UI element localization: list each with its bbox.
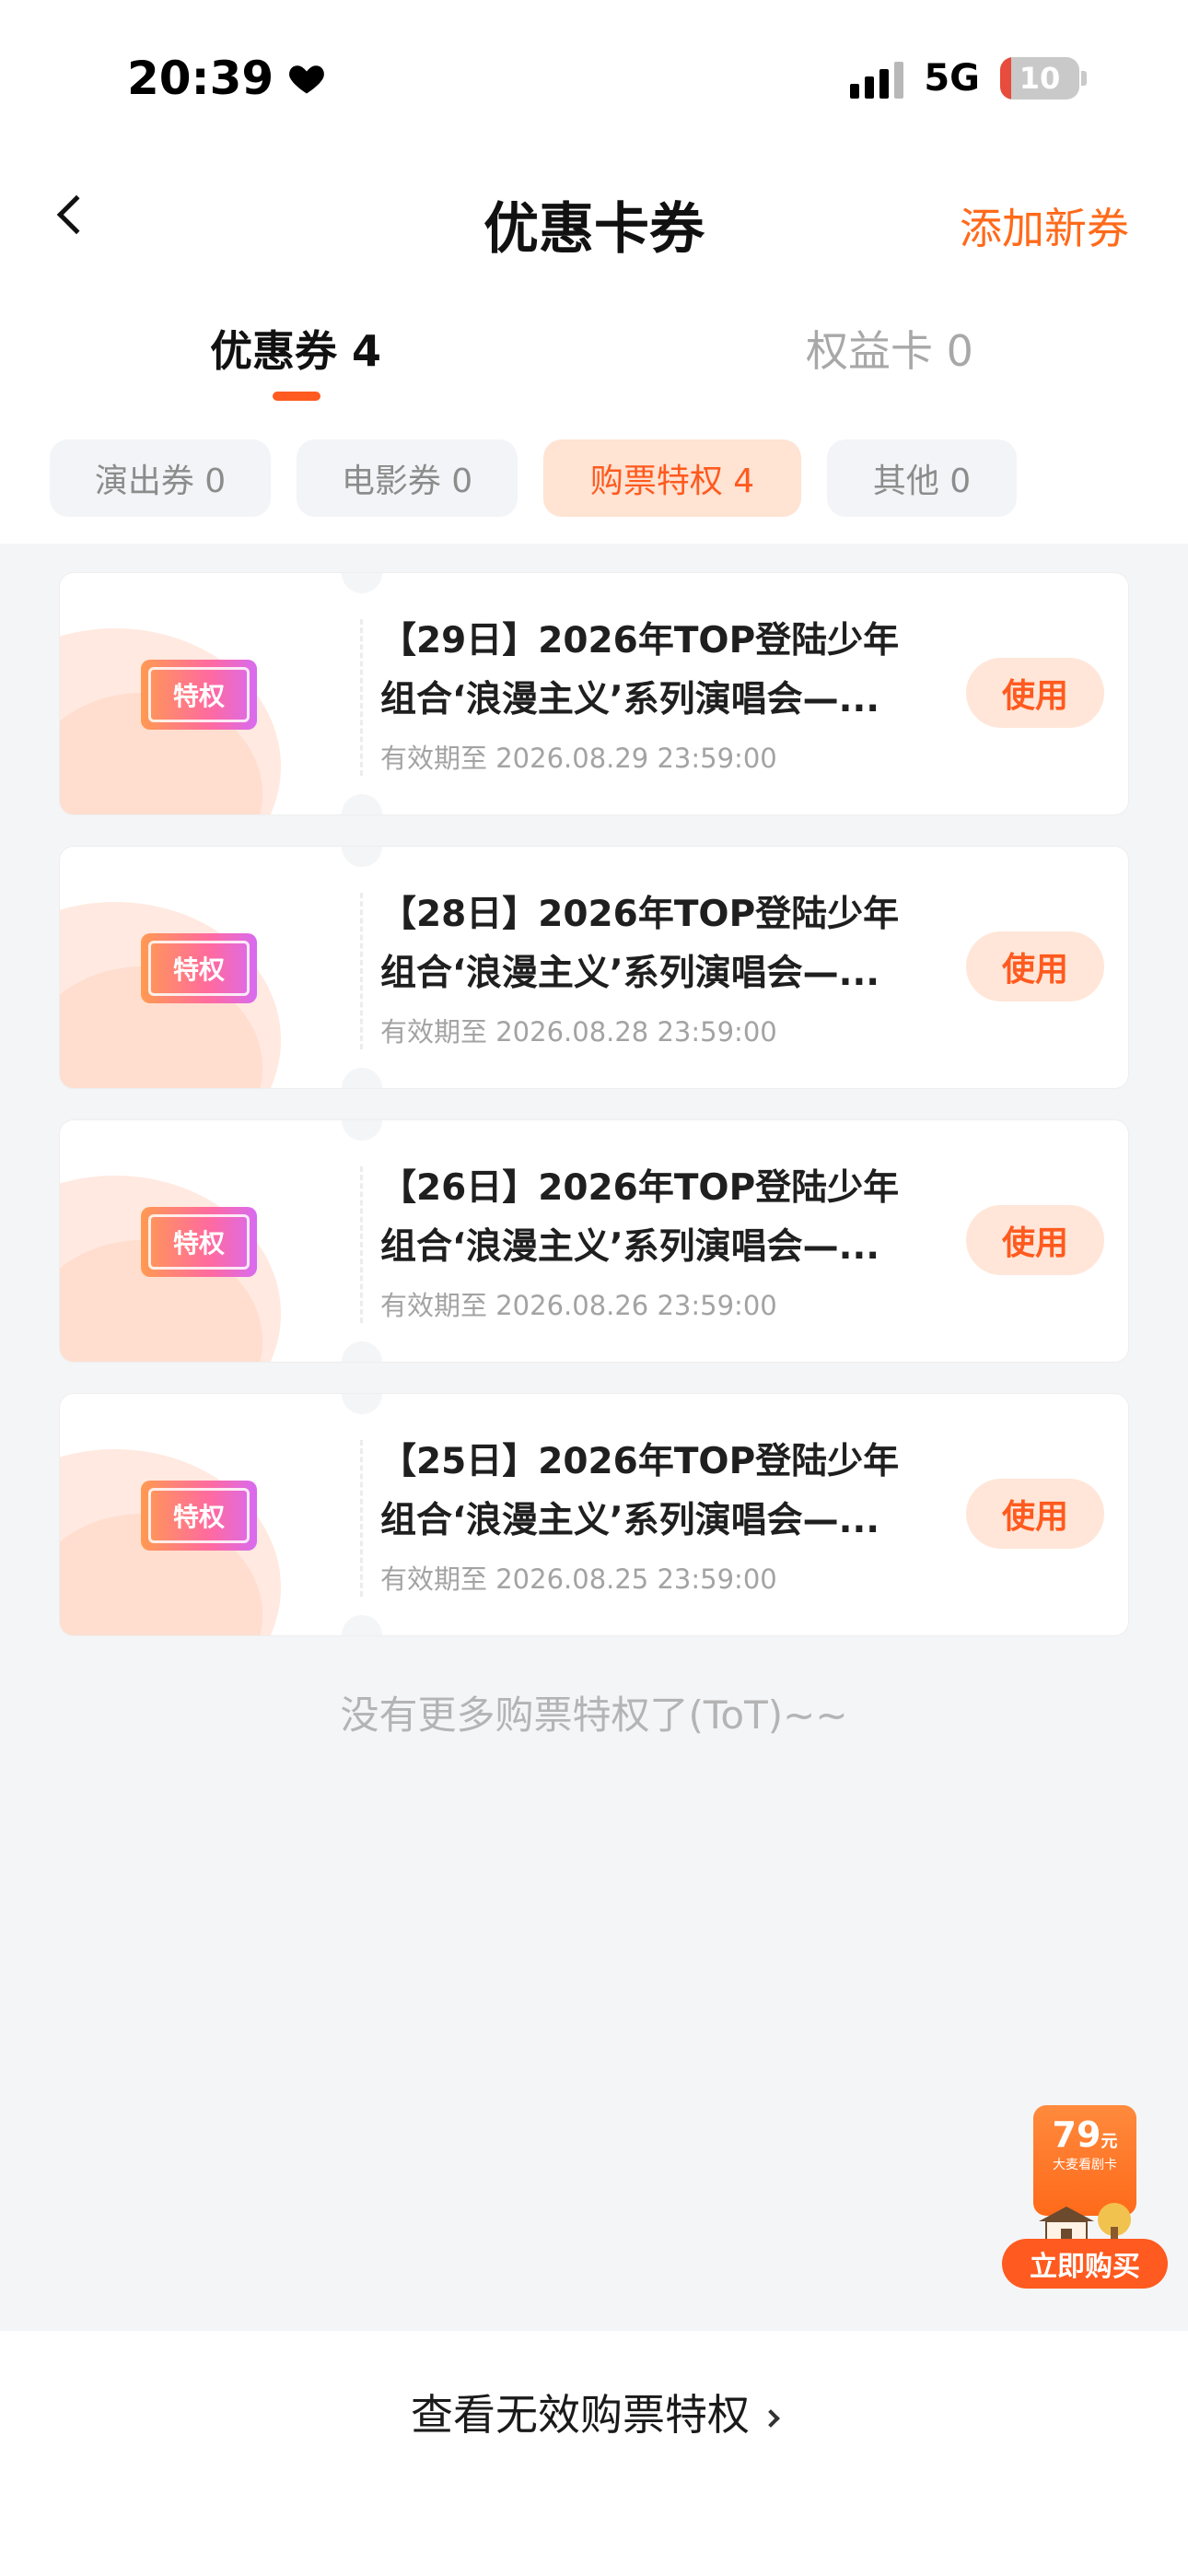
card-notch xyxy=(342,573,382,593)
coupon-title: 【29日】2026年TOP登陆少年 组合‘浪漫主义’系列演唱会—... xyxy=(380,612,979,730)
chip-show-coupons[interactable]: 演出券 0 xyxy=(50,439,271,517)
card-notch xyxy=(342,847,382,867)
promo-subtitle: 大麦看剧卡 xyxy=(1053,2158,1117,2172)
view-invalid-privileges-label: 查看无效购票特权 xyxy=(411,2390,750,2440)
card-divider xyxy=(360,1440,363,1597)
coupon-card[interactable]: 特权 【25日】2026年TOP登陆少年 组合‘浪漫主义’系列演唱会—... 有… xyxy=(59,1393,1129,1636)
status-indicators: 5G 10 xyxy=(850,57,1087,100)
coupon-expiry: 有效期至 2026.08.28 23:59:00 xyxy=(380,1016,777,1048)
add-coupon-button[interactable]: 添加新券 xyxy=(960,195,1129,256)
coupon-expiry: 有效期至 2026.08.26 23:59:00 xyxy=(380,1290,777,1321)
coupon-expiry: 有效期至 2026.08.29 23:59:00 xyxy=(380,743,777,774)
coupon-title-line: 组合‘浪漫主义’系列演唱会—... xyxy=(380,679,880,720)
privilege-ticket-icon: 特权 xyxy=(141,1207,257,1277)
privilege-badge-label: 特权 xyxy=(148,1214,250,1270)
card-notch xyxy=(342,1341,382,1362)
use-button[interactable]: 使用 xyxy=(966,931,1104,1001)
bottom-bar xyxy=(0,2331,1188,2576)
promo-widget[interactable]: 79元 大麦看剧卡 立即购买 xyxy=(1002,2105,1168,2289)
card-divider xyxy=(360,619,363,776)
coupon-card[interactable]: 特权 【26日】2026年TOP登陆少年 组合‘浪漫主义’系列演唱会—... 有… xyxy=(59,1119,1129,1363)
tab-indicator xyxy=(273,392,320,401)
signal-icon xyxy=(850,58,904,99)
card-notch xyxy=(342,1120,382,1141)
coupon-card[interactable]: 特权 【28日】2026年TOP登陆少年 组合‘浪漫主义’系列演唱会—... 有… xyxy=(59,846,1129,1089)
battery-icon: 10 xyxy=(1000,57,1087,100)
card-notch xyxy=(342,1394,382,1414)
coupon-title: 【28日】2026年TOP登陆少年 组合‘浪漫主义’系列演唱会—... xyxy=(380,885,979,1003)
coupon-title-line: 【28日】2026年TOP登陆少年 xyxy=(380,894,900,935)
card-notch xyxy=(342,1615,382,1635)
privilege-badge-label: 特权 xyxy=(148,1488,250,1543)
privilege-ticket-icon: 特权 xyxy=(141,933,257,1003)
coupon-title-line: 组合‘浪漫主义’系列演唱会—... xyxy=(380,953,880,994)
coupon-title-line: 【29日】2026年TOP登陆少年 xyxy=(380,620,900,662)
coupon-title-line: 【26日】2026年TOP登陆少年 xyxy=(380,1167,900,1209)
buy-now-button[interactable]: 立即购买 xyxy=(1002,2239,1168,2289)
coupon-card[interactable]: 特权 【29日】2026年TOP登陆少年 组合‘浪漫主义’系列演唱会—... 有… xyxy=(59,572,1129,815)
use-button[interactable]: 使用 xyxy=(966,1479,1104,1549)
chip-other[interactable]: 其他 0 xyxy=(827,439,1017,517)
promo-price-unit: 元 xyxy=(1101,2132,1118,2151)
privilege-ticket-icon: 特权 xyxy=(141,1481,257,1551)
privilege-badge-label: 特权 xyxy=(148,667,250,722)
category-chips: 演出券 0 电影券 0 购票特权 4 其他 0 xyxy=(50,439,1017,517)
clock: 20:39 xyxy=(127,52,274,105)
chip-movie-coupons[interactable]: 电影券 0 xyxy=(297,439,518,517)
coupon-title-line: 组合‘浪漫主义’系列演唱会—... xyxy=(380,1226,880,1268)
status-time: 20:39 xyxy=(127,52,327,105)
card-divider xyxy=(360,893,363,1049)
tab-benefit-cards[interactable]: 权益卡 0 xyxy=(806,318,973,379)
end-of-list-hint: 没有更多购票特权了(ToT)~~ xyxy=(340,1692,848,1738)
promo-price: 79元 xyxy=(1033,2114,1136,2155)
network-type: 5G xyxy=(924,57,980,100)
coupon-title: 【25日】2026年TOP登陆少年 组合‘浪漫主义’系列演唱会—... xyxy=(380,1433,979,1551)
view-invalid-privileges-link[interactable]: 查看无效购票特权 xyxy=(0,2382,1188,2442)
card-notch xyxy=(342,794,382,814)
privilege-badge-label: 特权 xyxy=(148,941,250,996)
privilege-ticket-icon: 特权 xyxy=(141,660,257,730)
coupon-title-line: 组合‘浪漫主义’系列演唱会—... xyxy=(380,1500,880,1541)
card-divider xyxy=(360,1166,363,1323)
chip-ticket-privileges[interactable]: 购票特权 4 xyxy=(543,439,801,517)
promo-price-value: 79 xyxy=(1052,2114,1101,2155)
use-button[interactable]: 使用 xyxy=(966,658,1104,728)
coupon-title: 【26日】2026年TOP登陆少年 组合‘浪漫主义’系列演唱会—... xyxy=(380,1159,979,1277)
heart-icon xyxy=(289,65,325,94)
use-button[interactable]: 使用 xyxy=(966,1205,1104,1275)
tab-coupons[interactable]: 优惠券 4 xyxy=(210,318,381,379)
card-notch xyxy=(342,1068,382,1088)
battery-level: 10 xyxy=(1019,61,1061,96)
chevron-right-icon xyxy=(762,2408,780,2428)
coupon-title-line: 【25日】2026年TOP登陆少年 xyxy=(380,1441,900,1482)
coupon-expiry: 有效期至 2026.08.25 23:59:00 xyxy=(380,1563,777,1595)
